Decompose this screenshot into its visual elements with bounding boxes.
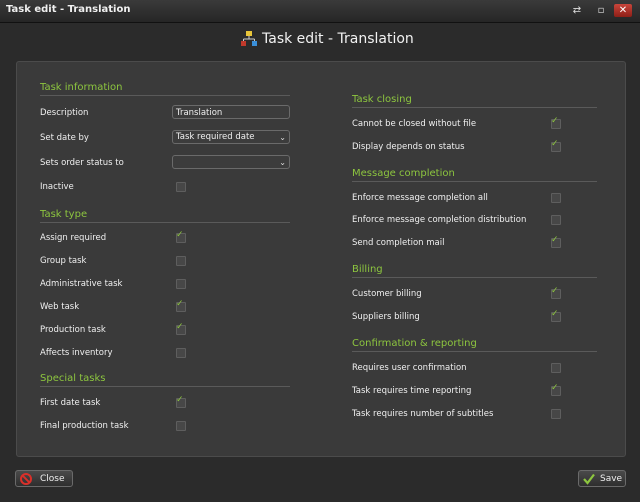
section-task-information: Task information xyxy=(40,82,123,93)
final-production-task-checkbox[interactable] xyxy=(176,421,186,431)
task-type-label: Web task xyxy=(40,302,80,312)
confirmation-label: Requires user confirmation xyxy=(352,363,467,373)
requires-user-confirmation-checkbox[interactable] xyxy=(551,363,561,373)
section-special-tasks: Special tasks xyxy=(40,373,106,384)
message-completion-label: Enforce message completion all xyxy=(352,193,488,203)
customer-billing-checkbox[interactable]: ✓ xyxy=(551,286,561,299)
time-reporting-checkbox[interactable]: ✓ xyxy=(551,383,561,396)
billing-label: Customer billing xyxy=(352,289,422,299)
message-completion-label: Enforce message completion distribution xyxy=(352,215,527,225)
checkmark-icon: ✓ xyxy=(551,286,559,296)
section-divider xyxy=(352,351,597,352)
section-divider xyxy=(352,277,597,278)
confirmation-label: Task requires number of subtitles xyxy=(352,409,494,419)
dialog-header: Task edit - Translation xyxy=(0,22,640,60)
checkmark-icon: ✓ xyxy=(551,383,559,393)
affects-inventory-checkbox[interactable] xyxy=(176,348,186,358)
checkmark-icon: ✓ xyxy=(551,116,559,126)
task-type-label: Affects inventory xyxy=(40,348,113,358)
no-entry-icon xyxy=(20,473,32,485)
task-type-label: Production task xyxy=(40,325,106,335)
task-type-label: Group task xyxy=(40,256,87,266)
section-divider xyxy=(40,386,290,387)
production-task-checkbox[interactable]: ✓ xyxy=(176,322,186,335)
suppliers-billing-checkbox[interactable]: ✓ xyxy=(551,309,561,322)
checkmark-icon: ✓ xyxy=(176,395,184,405)
task-closing-label: Display depends on status xyxy=(352,142,465,152)
section-task-type: Task type xyxy=(40,209,88,220)
inactive-checkbox[interactable] xyxy=(176,182,186,192)
section-task-closing: Task closing xyxy=(352,94,412,105)
web-task-checkbox[interactable]: ✓ xyxy=(176,299,186,312)
section-divider xyxy=(40,222,290,223)
task-type-label: Assign required xyxy=(40,233,107,243)
description-input[interactable]: Translation xyxy=(172,105,290,119)
enforce-completion-distribution-checkbox[interactable] xyxy=(551,215,561,225)
save-button-label: Save xyxy=(600,474,623,484)
chevron-down-icon: ⌄ xyxy=(279,158,286,167)
section-divider xyxy=(352,181,597,182)
task-type-label: Administrative task xyxy=(40,279,123,289)
checkmark-icon: ✓ xyxy=(551,235,559,245)
cannot-close-without-file-checkbox[interactable]: ✓ xyxy=(551,116,561,129)
display-depends-on-status-checkbox[interactable]: ✓ xyxy=(551,139,561,152)
sets-order-status-select[interactable]: ⌄ xyxy=(172,155,290,169)
special-task-label: First date task xyxy=(40,398,101,408)
description-label: Description xyxy=(40,108,89,118)
set-date-by-value: Task required date xyxy=(176,132,255,142)
group-task-checkbox[interactable] xyxy=(176,256,186,266)
billing-label: Suppliers billing xyxy=(352,312,420,322)
checkmark-icon: ✓ xyxy=(176,322,184,332)
checkmark-icon: ✓ xyxy=(176,230,184,240)
checkmark-icon: ✓ xyxy=(551,309,559,319)
close-window-icon[interactable]: ✕ xyxy=(614,4,632,17)
section-billing: Billing xyxy=(352,264,383,275)
send-completion-mail-checkbox[interactable]: ✓ xyxy=(551,235,561,248)
form-panel: Task information Description Translation… xyxy=(16,61,626,457)
number-of-subtitles-checkbox[interactable] xyxy=(551,409,561,419)
section-message-completion: Message completion xyxy=(352,168,455,179)
close-button-label: Close xyxy=(40,474,65,484)
assign-required-checkbox[interactable]: ✓ xyxy=(176,230,186,243)
section-confirmation-reporting: Confirmation & reporting xyxy=(352,338,477,349)
task-closing-label: Cannot be closed without file xyxy=(352,119,477,129)
section-divider xyxy=(40,95,290,96)
section-divider xyxy=(352,107,597,108)
set-date-by-select[interactable]: Task required date ⌄ xyxy=(172,130,290,144)
task-hierarchy-icon xyxy=(241,31,257,46)
confirmation-label: Task requires time reporting xyxy=(352,386,472,396)
restore-icon[interactable]: ⇄ xyxy=(570,4,584,17)
chevron-down-icon: ⌄ xyxy=(279,133,286,142)
page-title: Task edit - Translation xyxy=(262,31,414,47)
save-button[interactable]: Save xyxy=(578,470,626,487)
administrative-task-checkbox[interactable] xyxy=(176,279,186,289)
title-bar: Task edit - Translation ⇄ ▫ ✕ xyxy=(0,0,640,23)
checkmark-icon: ✓ xyxy=(551,139,559,149)
enforce-completion-all-checkbox[interactable] xyxy=(551,193,561,203)
window-title: Task edit - Translation xyxy=(6,4,131,15)
maximize-icon[interactable]: ▫ xyxy=(594,4,608,17)
special-task-label: Final production task xyxy=(40,421,129,431)
close-button[interactable]: Close xyxy=(15,470,73,487)
set-date-by-label: Set date by xyxy=(40,133,89,143)
checkmark-icon: ✓ xyxy=(176,299,184,309)
checkmark-icon xyxy=(583,473,595,485)
sets-order-status-label: Sets order status to xyxy=(40,158,124,168)
first-date-task-checkbox[interactable]: ✓ xyxy=(176,395,186,408)
inactive-label: Inactive xyxy=(40,182,74,192)
message-completion-label: Send completion mail xyxy=(352,238,445,248)
